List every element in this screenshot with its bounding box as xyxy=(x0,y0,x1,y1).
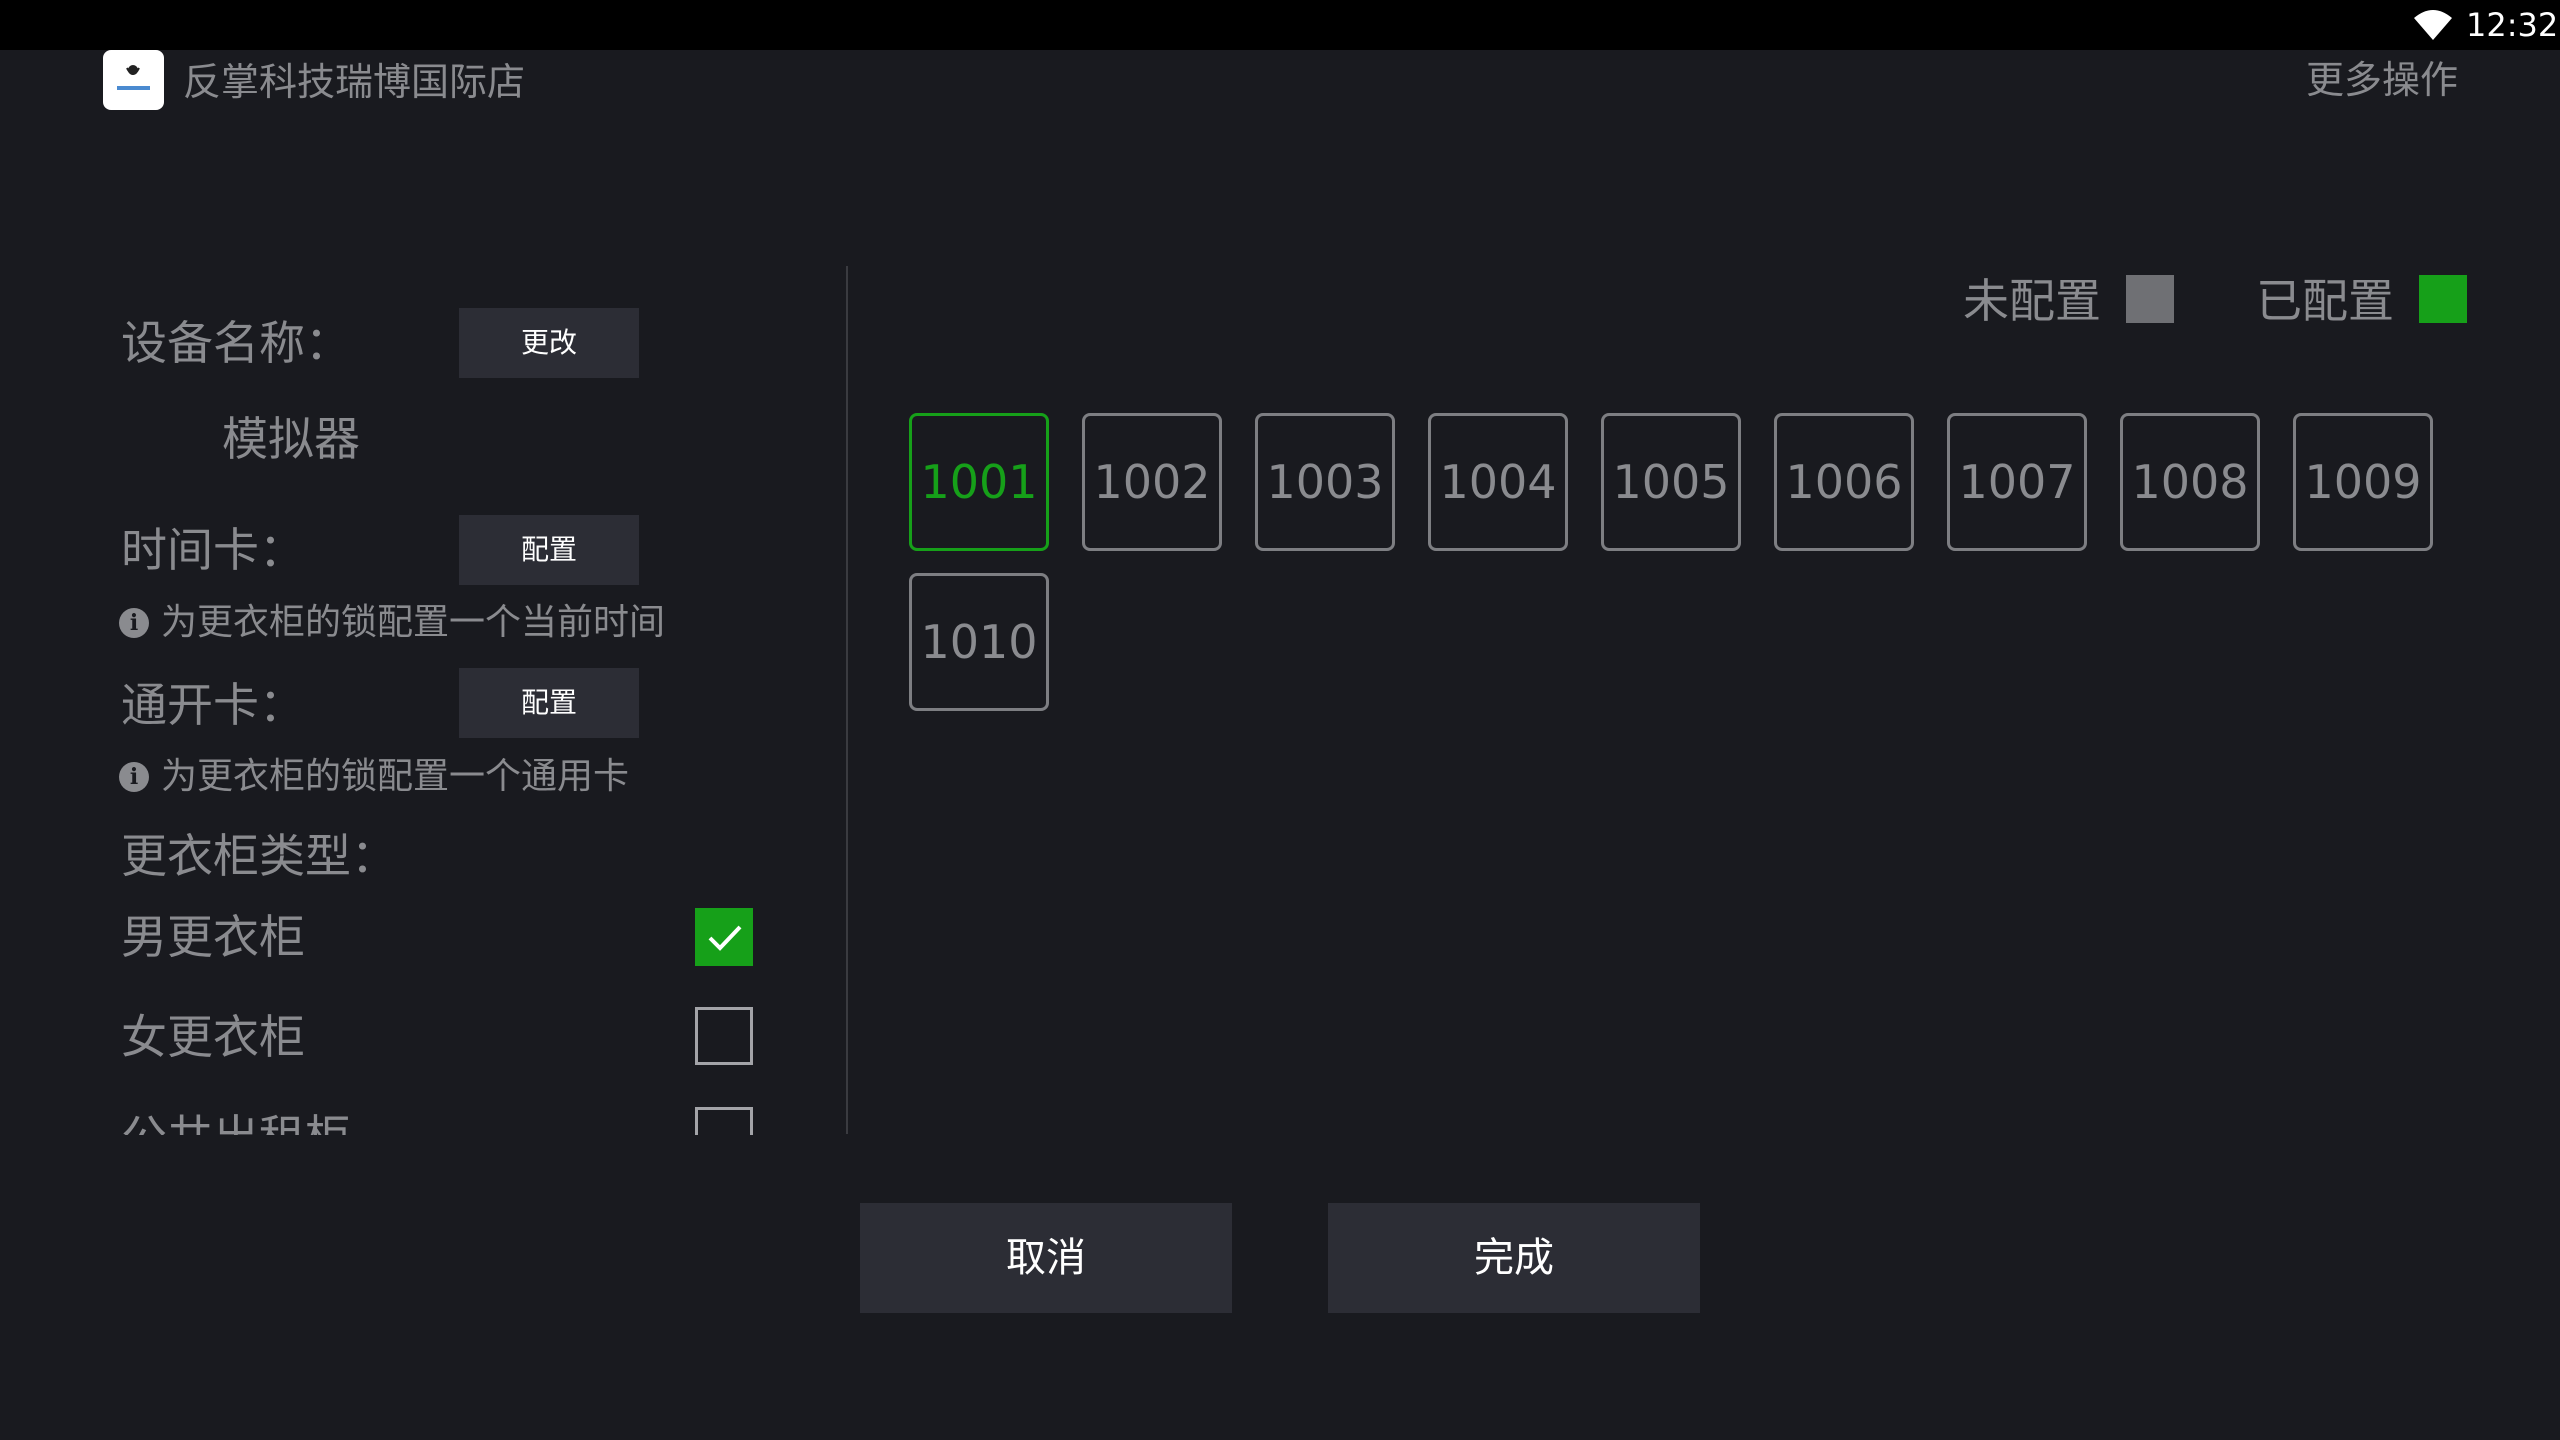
time-card-hint-text: 为更衣柜的锁配置一个当前时间 xyxy=(161,602,666,643)
info-icon: i xyxy=(119,762,149,792)
info-icon: i xyxy=(119,608,149,638)
locker-tile-1005[interactable]: 1005 xyxy=(1601,413,1741,551)
locker-tile-1006[interactable]: 1006 xyxy=(1774,413,1914,551)
master-card-hint-text: 为更衣柜的锁配置一个通用卡 xyxy=(161,756,630,797)
app-logo-icon xyxy=(103,50,164,110)
status-bar: 12:32 xyxy=(0,0,2560,50)
legend-unconfigured-label: 未配置 xyxy=(1963,274,2101,328)
locker-tile-1009[interactable]: 1009 xyxy=(2293,413,2433,551)
locker-tile-1008[interactable]: 1008 xyxy=(2120,413,2260,551)
cancel-button[interactable]: 取消 xyxy=(860,1203,1232,1313)
locker-type-female-label: 女更衣柜 xyxy=(121,1010,305,1064)
app-title: 反掌科技瑞博国际店 xyxy=(183,60,526,104)
more-actions-button[interactable]: 更多操作 xyxy=(2306,52,2458,108)
configure-time-card-button[interactable]: 配置 xyxy=(459,515,639,585)
locker-tile-1007[interactable]: 1007 xyxy=(1947,413,2087,551)
locker-tile-1002[interactable]: 1002 xyxy=(1082,413,1222,551)
clock: 12:32 xyxy=(2466,6,2559,44)
locker-tile-1001[interactable]: 1001 xyxy=(909,413,1049,551)
locker-type-public-label: 公共出租柜 xyxy=(121,1107,351,1135)
wifi-icon xyxy=(2414,10,2452,40)
locker-type-public-checkbox[interactable] xyxy=(695,1107,753,1135)
legend-unconfigured-swatch xyxy=(2126,275,2174,323)
locker-type-male-label: 男更衣柜 xyxy=(121,910,305,964)
time-card-hint: i 为更衣柜的锁配置一个当前时间 xyxy=(119,598,665,648)
legend-configured-label: 已配置 xyxy=(2256,274,2394,328)
locker-tile-1004[interactable]: 1004 xyxy=(1428,413,1568,551)
scroll-clip: 公共出租柜 xyxy=(0,1080,850,1135)
device-name-label: 设备名称： xyxy=(121,316,351,370)
configure-master-card-button[interactable]: 配置 xyxy=(459,668,639,738)
master-card-hint: i 为更衣柜的锁配置一个通用卡 xyxy=(119,752,629,802)
time-card-label: 时间卡： xyxy=(121,523,305,577)
locker-type-female-checkbox[interactable] xyxy=(695,1007,753,1065)
checkmark-icon xyxy=(708,925,742,951)
change-device-name-button[interactable]: 更改 xyxy=(459,308,639,378)
locker-type-male-checkbox[interactable] xyxy=(695,908,753,966)
locker-tile-1010[interactable]: 1010 xyxy=(909,573,1049,711)
panel-divider xyxy=(846,266,848,1134)
done-button[interactable]: 完成 xyxy=(1328,1203,1700,1313)
legend-configured-swatch xyxy=(2419,275,2467,323)
master-card-label: 通开卡： xyxy=(121,678,305,732)
device-name-value: 模拟器 xyxy=(222,412,360,466)
locker-tile-1003[interactable]: 1003 xyxy=(1255,413,1395,551)
app-screen: 12:32 反掌科技瑞博国际店 更多操作 设备名称： 更改 模拟器 时间卡： 配… xyxy=(0,0,2560,1440)
locker-type-label: 更衣柜类型： xyxy=(121,829,397,883)
